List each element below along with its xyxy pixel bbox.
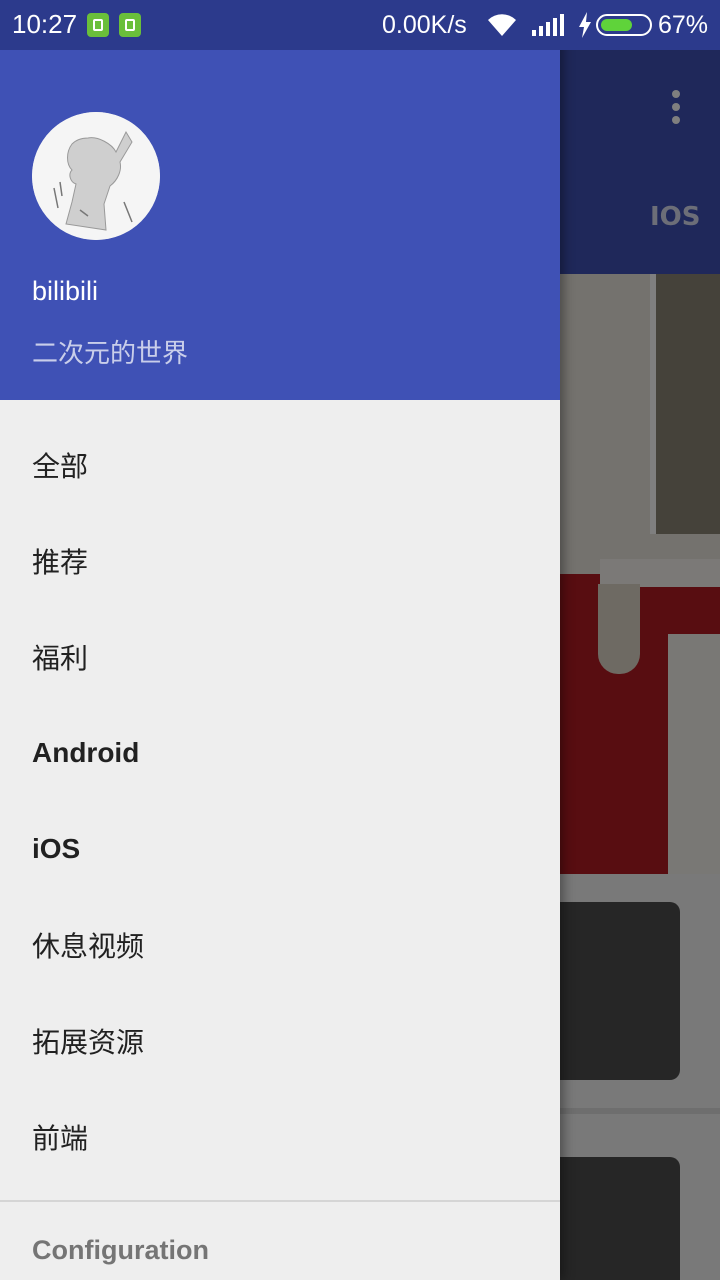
menu-item-all[interactable]: 全部 [0,417,560,513]
avatar-image [32,112,160,240]
menu-item-label: 推荐 [32,546,89,579]
menu-item-rest-videos[interactable]: 休息视频 [0,897,560,993]
status-bar: 10:27 0.00K/s 67% [0,0,720,50]
navigation-drawer: bilibili 二次元的世界 全部 推荐 福利 Android iOS 休息视… [0,0,560,1280]
menu-item-frontend[interactable]: 前端 [0,1089,560,1185]
menu-item-welfare[interactable]: 福利 [0,609,560,705]
battery-percent: 67% [658,11,709,39]
menu-item-recommended[interactable]: 推荐 [0,513,560,609]
signal-icon [532,14,564,36]
menu-item-android[interactable]: Android [0,705,560,801]
menu-item-label: 全部 [32,450,89,483]
wifi-icon [488,14,516,36]
menu-item-label: 前端 [32,1122,89,1155]
menu-item-label: Android [32,737,140,768]
menu-item-label: iOS [32,833,81,864]
avatar[interactable] [32,112,160,240]
menu-item-label: 拓展资源 [32,1026,145,1059]
section-header-configuration: Configuration [32,1235,209,1265]
user-name: bilibili [32,276,99,306]
user-motto: 二次元的世界 [32,339,189,369]
drawer-menu: 全部 推荐 福利 Android iOS 休息视频 拓展资源 前端 [0,400,560,1185]
battery-icon [596,14,652,36]
menu-item-label: 福利 [32,642,89,675]
android-robot-icon [119,13,141,37]
menu-item-extended-resources[interactable]: 拓展资源 [0,993,560,1089]
status-time: 10:27 [12,9,78,39]
drawer-divider [0,1200,560,1202]
network-speed: 0.00K/s [382,11,467,39]
menu-item-ios[interactable]: iOS [0,801,560,897]
drawer-header: bilibili 二次元的世界 [0,50,560,400]
sim-icon [87,13,109,37]
menu-item-label: 休息视频 [32,930,145,963]
charging-icon [579,12,591,38]
